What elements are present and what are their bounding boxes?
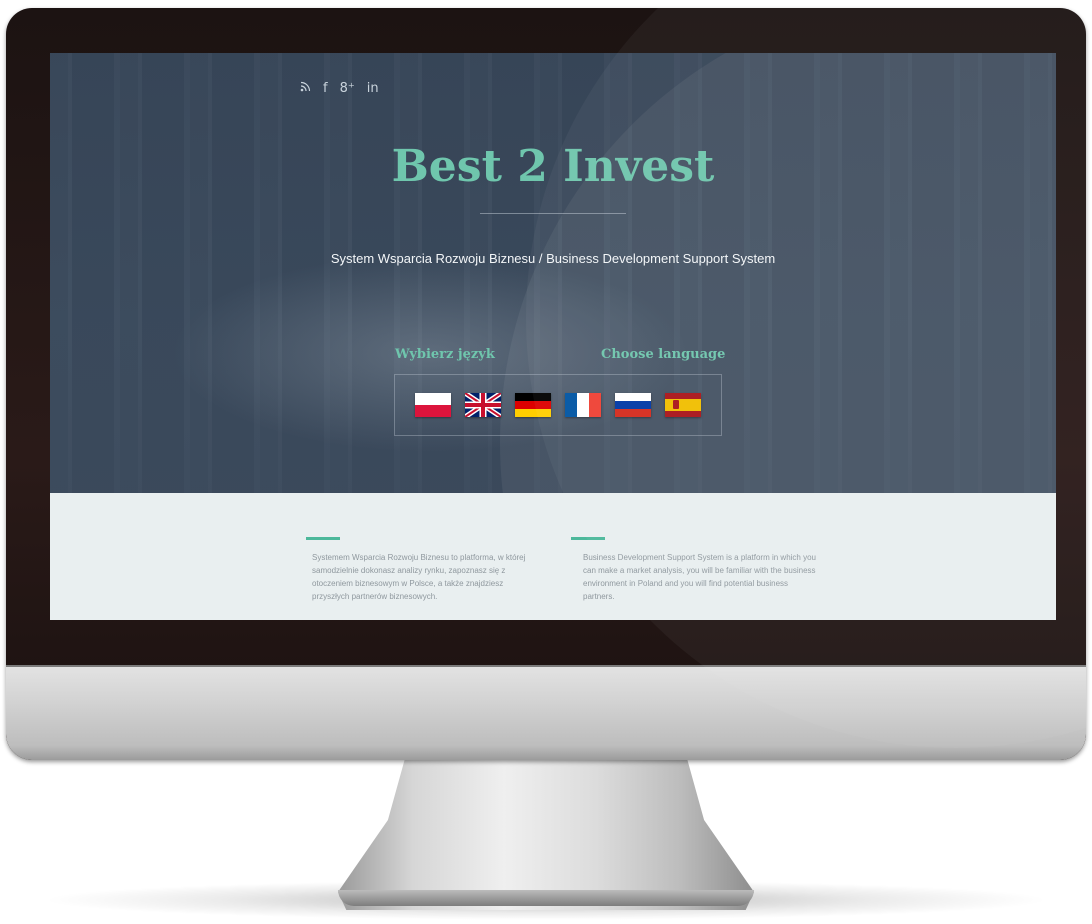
facebook-icon[interactable]: f (323, 81, 328, 96)
monitor-chin (6, 665, 1086, 760)
googleplus-icon[interactable]: 8⁺ (340, 81, 355, 96)
monitor-mockup: f 8⁺ in Best 2 Invest System Wsparcia Ro… (0, 0, 1092, 924)
column-accent-bar (571, 537, 605, 540)
title-divider (480, 213, 626, 214)
flag-france-icon[interactable] (565, 393, 601, 417)
hero-section: f 8⁺ in Best 2 Invest System Wsparcia Ro… (50, 53, 1056, 620)
page-subtitle: System Wsparcia Rozwoju Biznesu / Busine… (330, 251, 776, 266)
linkedin-icon[interactable]: in (367, 81, 379, 96)
intro-section: Systemem Wsparcia Rozwoju Biznesu to pla… (50, 493, 1056, 620)
website-screen: f 8⁺ in Best 2 Invest System Wsparcia Ro… (50, 53, 1056, 620)
intro-text-polish: Systemem Wsparcia Rozwoju Biznesu to pla… (312, 553, 526, 601)
spain-crest (673, 400, 679, 409)
social-links: f 8⁺ in (300, 81, 379, 96)
choose-language-polish-label: Wybierz język (395, 347, 495, 362)
language-selector (394, 374, 722, 436)
choose-language-english-label: Choose language (601, 347, 726, 362)
intro-text-english: Business Development Support System is a… (583, 553, 816, 601)
flag-poland-icon[interactable] (415, 393, 451, 417)
flag-list (415, 393, 701, 417)
flag-russia-icon[interactable] (615, 393, 651, 417)
flag-spain-icon[interactable] (665, 393, 701, 417)
chin-edge (6, 665, 1086, 667)
monitor-stand (338, 760, 754, 910)
monitor-stand-base (338, 890, 754, 906)
column-accent-bar (306, 537, 340, 540)
rss-icon[interactable] (300, 81, 311, 96)
monitor-frame: f 8⁺ in Best 2 Invest System Wsparcia Ro… (6, 8, 1086, 760)
page-title: Best 2 Invest (391, 141, 715, 192)
flag-germany-icon[interactable] (515, 393, 551, 417)
flag-uk-icon[interactable] (465, 393, 501, 417)
